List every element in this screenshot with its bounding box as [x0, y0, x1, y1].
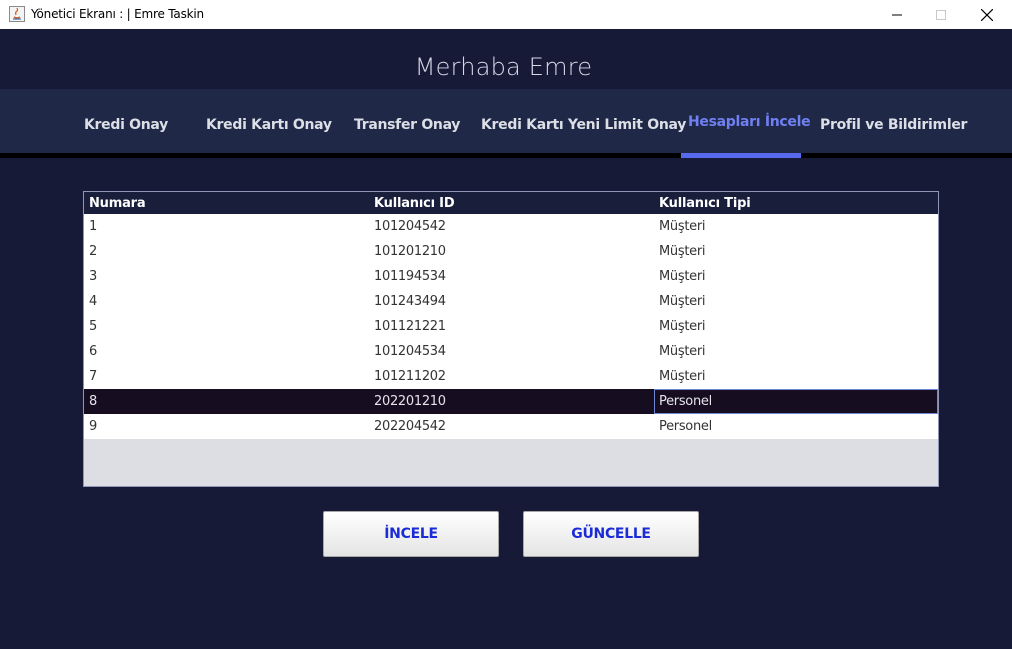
table-row[interactable]: 9 202204542 Personel — [84, 414, 938, 439]
table-row[interactable]: 7 101211202 Müşteri — [84, 364, 938, 389]
cell-kullanici-tipi: Müşteri — [659, 244, 706, 259]
cell-numara: 3 — [89, 269, 97, 284]
cell-kullanici-tipi: Müşteri — [659, 319, 706, 334]
cell-kullanici-tipi: Müşteri — [659, 219, 706, 234]
maximize-button[interactable] — [918, 0, 964, 29]
cell-numara: 8 — [89, 394, 97, 409]
cell-kullanici-tipi: Personel — [659, 394, 712, 409]
tab-kredi-karti-onay[interactable]: Kredi Kartı Onay — [206, 117, 332, 133]
cell-numara: 7 — [89, 369, 97, 384]
active-tab-indicator — [681, 153, 801, 158]
table-row[interactable]: 6 101204534 Müşteri — [84, 339, 938, 364]
java-icon — [9, 6, 25, 22]
table-row[interactable]: 4 101243494 Müşteri — [84, 289, 938, 314]
cell-kullanici-tipi: Personel — [659, 419, 712, 434]
tab-divider — [0, 153, 1012, 158]
cell-kullanici-tipi: Müşteri — [659, 269, 706, 284]
cell-kullanici-tipi: Müşteri — [659, 294, 706, 309]
window-titlebar: Yönetici Ekranı : | Emre Taskin — [0, 0, 1012, 29]
cell-numara: 9 — [89, 419, 97, 434]
cell-numara: 6 — [89, 344, 97, 359]
table-row[interactable]: 3 101194534 Müşteri — [84, 264, 938, 289]
column-header-kullanici-id[interactable]: Kullanıcı ID — [374, 196, 455, 211]
minimize-button[interactable] — [874, 0, 920, 29]
cell-kullanici-id: 202201210 — [374, 394, 446, 409]
greeting-title: Merhaba Emre — [414, 53, 593, 81]
table-row[interactable]: 2 101201210 Müşteri — [84, 239, 938, 264]
tab-kredi-onay[interactable]: Kredi Onay — [84, 117, 168, 133]
column-header-numara[interactable]: Numara — [89, 196, 146, 211]
cell-kullanici-id: 101194534 — [374, 269, 446, 284]
cell-kullanici-id: 101204542 — [374, 219, 446, 234]
cell-kullanici-tipi: Müşteri — [659, 344, 706, 359]
incele-button[interactable]: İNCELE — [323, 511, 499, 557]
table-row[interactable]: 5 101121221 Müşteri — [84, 314, 938, 339]
close-button[interactable] — [964, 0, 1010, 29]
cell-kullanici-id: 101243494 — [374, 294, 446, 309]
cell-kullanici-id: 101121221 — [374, 319, 446, 334]
tab-hesaplari-incele[interactable]: Hesapları İncele — [688, 114, 811, 130]
tab-transfer-onay[interactable]: Transfer Onay — [354, 117, 460, 133]
cell-numara: 4 — [89, 294, 97, 309]
cell-numara: 5 — [89, 319, 97, 334]
window-title: Yönetici Ekranı : | Emre Taskin — [31, 7, 204, 21]
table-row[interactable]: 1 101204542 Müşteri — [84, 214, 938, 239]
cell-numara: 2 — [89, 244, 97, 259]
cell-kullanici-id: 101201210 — [374, 244, 446, 259]
tab-kredi-karti-yeni-limit-onay[interactable]: Kredi Kartı Yeni Limit Onay — [481, 117, 686, 133]
table-header: Numara Kullanıcı ID Kullanıcı Tipi — [84, 192, 938, 214]
table-row-selected[interactable]: 8 202201210 Personel — [84, 389, 938, 414]
tab-profil-ve-bildirimler[interactable]: Profil ve Bildirimler — [820, 117, 967, 133]
cell-kullanici-id: 202204542 — [374, 419, 446, 434]
cell-kullanici-id: 101204534 — [374, 344, 446, 359]
accounts-table[interactable]: Numara Kullanıcı ID Kullanıcı Tipi 1 101… — [83, 191, 939, 487]
guncelle-button[interactable]: GÜNCELLE — [523, 511, 699, 557]
cell-numara: 1 — [89, 219, 97, 234]
cell-kullanici-tipi: Müşteri — [659, 369, 706, 384]
cell-kullanici-id: 101211202 — [374, 369, 446, 384]
column-header-kullanici-tipi[interactable]: Kullanıcı Tipi — [659, 196, 751, 211]
